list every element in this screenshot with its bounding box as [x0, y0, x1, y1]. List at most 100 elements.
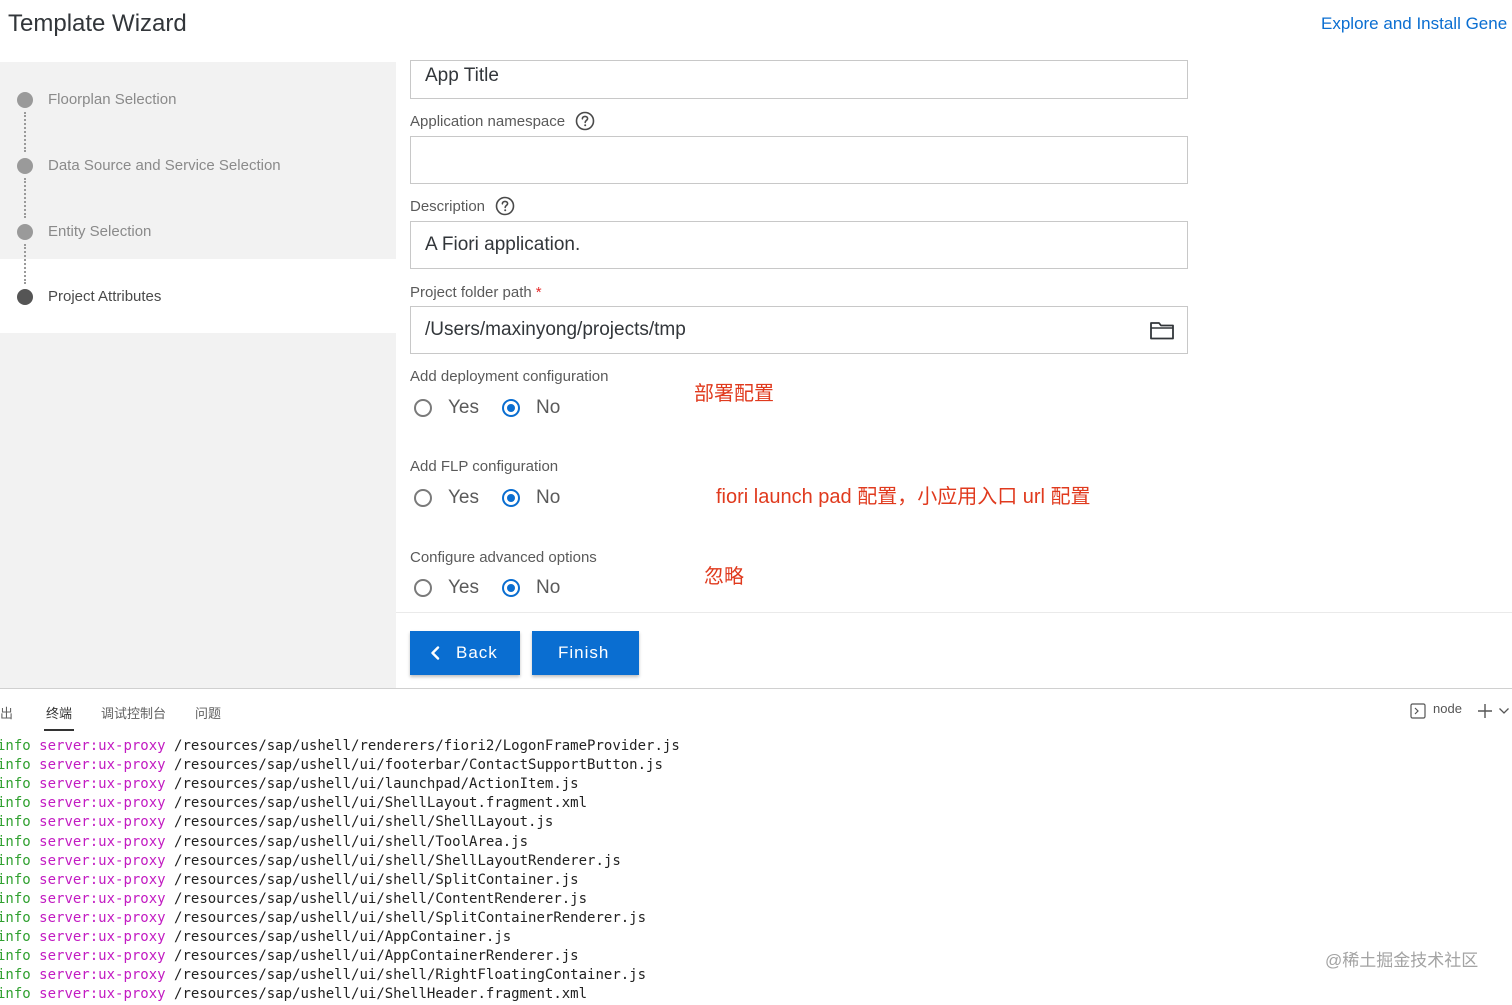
finish-button-label: Finish — [558, 643, 610, 662]
deployment-label: Add deployment configuration — [410, 368, 609, 385]
log-level: info — [0, 833, 31, 850]
required-mark: * — [535, 284, 542, 301]
annotation-flp: fiori launch pad 配置，小应用入口 url 配置 — [716, 486, 1091, 508]
app-title-value: App Title — [425, 65, 499, 86]
terminal-line: info server:ux-proxy /resources/sap/ushe… — [0, 910, 646, 929]
back-button-label: Back — [456, 643, 498, 662]
terminal-line: info server:ux-proxy /resources/sap/ushe… — [0, 967, 646, 986]
log-path: /resources/sap/ushell/ui/shell/RightFloa… — [174, 967, 647, 984]
step-label: Entity Selection — [48, 223, 152, 240]
log-source: server:ux-proxy — [39, 967, 166, 984]
terminal-line: info server:ux-proxy /resources/sap/ushe… — [0, 834, 528, 853]
radio-circle-selected — [502, 399, 520, 417]
log-source: server:ux-proxy — [39, 890, 166, 907]
log-level: info — [0, 795, 31, 812]
radio-label: No — [536, 577, 561, 598]
step-label: Floorplan Selection — [48, 91, 177, 108]
tab-debug-console[interactable]: 调试控制台 — [101, 703, 166, 722]
log-level: info — [0, 738, 31, 754]
wizard-steps-sidebar: Floorplan Selection Data Source and Serv… — [0, 62, 396, 688]
log-source: server:ux-proxy — [39, 871, 166, 888]
annotation-deployment: 部署配置 — [694, 383, 774, 405]
log-level: info — [0, 776, 31, 793]
log-source: server:ux-proxy — [39, 738, 166, 754]
terminal-line: info server:ux-proxy /resources/sap/ushe… — [0, 738, 680, 757]
terminal-line: info server:ux-proxy /resources/sap/ushe… — [0, 853, 621, 872]
namespace-input[interactable] — [410, 136, 1188, 184]
chevron-left-icon — [431, 646, 440, 660]
folder-path-value: /Users/maxinyong/projects/tmp — [425, 319, 686, 340]
log-source: server:ux-proxy — [39, 776, 166, 793]
terminal-shell-selector[interactable]: node — [1433, 701, 1462, 716]
tab-output[interactable]: 输出 — [0, 703, 13, 722]
log-source: server:ux-proxy — [39, 852, 166, 869]
log-level: info — [0, 929, 31, 945]
advanced-label: Configure advanced options — [410, 549, 597, 566]
terminal-line: info server:ux-proxy /resources/sap/ushe… — [0, 872, 579, 891]
log-path: /resources/sap/ushell/ui/launchpad/Actio… — [174, 776, 579, 793]
log-level: info — [0, 909, 31, 926]
namespace-label: Application namespace — [410, 111, 595, 131]
finish-button[interactable]: Finish — [532, 631, 639, 675]
step-connector — [24, 112, 26, 152]
log-path: /resources/sap/ushell/ui/footerbar/Conta… — [174, 757, 663, 774]
terminal-line: info server:ux-proxy /resources/sap/ushe… — [0, 986, 587, 1005]
log-source: server:ux-proxy — [39, 948, 166, 965]
description-label-text: Description — [410, 198, 486, 215]
terminal-line: info server:ux-proxy /resources/sap/ushe… — [0, 776, 579, 795]
log-path: /resources/sap/ushell/ui/shell/ShellLayo… — [174, 814, 554, 831]
active-tab-indicator — [44, 729, 74, 731]
annotation-advanced: 忽略 — [704, 566, 744, 588]
project-attributes-form: App Title Application namespace Descript… — [396, 60, 1512, 689]
radio-label: Yes — [448, 487, 479, 508]
tab-terminal[interactable]: 终端 — [46, 703, 72, 722]
tab-problems[interactable]: 问题 — [195, 703, 221, 722]
help-icon[interactable] — [495, 196, 515, 216]
log-path: /resources/sap/ushell/renderers/fiori2/L… — [174, 738, 680, 754]
app-title-input[interactable]: App Title — [410, 60, 1188, 99]
terminal-line: info server:ux-proxy /resources/sap/ushe… — [0, 929, 511, 948]
help-icon[interactable] — [575, 111, 595, 131]
log-path: /resources/sap/ushell/ui/AppContainerRen… — [174, 948, 579, 965]
log-source: server:ux-proxy — [39, 814, 166, 831]
radio-circle-selected — [502, 489, 520, 507]
terminal-shell-icon — [1410, 703, 1426, 719]
radio-label: No — [536, 487, 561, 508]
radio-circle — [414, 489, 432, 507]
step-label: Data Source and Service Selection — [48, 157, 281, 174]
log-source: server:ux-proxy — [39, 909, 166, 926]
log-path: /resources/sap/ushell/ui/shell/SplitCont… — [174, 909, 647, 926]
step-dot-icon — [17, 92, 33, 108]
description-label: Description — [410, 196, 515, 216]
terminal-line: info server:ux-proxy /resources/sap/ushe… — [0, 948, 579, 967]
radio-label: No — [536, 397, 561, 418]
step-connector — [24, 178, 26, 218]
radio-label: Yes — [448, 397, 479, 418]
chevron-down-icon[interactable] — [1498, 706, 1510, 716]
radio-circle-selected — [502, 579, 520, 597]
wizard-footer: Back Finish — [396, 612, 1512, 689]
plus-icon[interactable] — [1476, 702, 1494, 720]
folder-icon[interactable] — [1149, 319, 1175, 341]
terminal-panel: 输出 终端 调试控制台 问题 node info server:ux-proxy… — [0, 688, 1512, 1002]
header: Template Wizard Explore and Install Gene — [0, 0, 1512, 63]
log-path: /resources/sap/ushell/ui/ShellLayout.fra… — [174, 795, 588, 812]
step-dot-icon — [17, 158, 33, 174]
watermark: @稀土掘金技术社区 — [1325, 951, 1479, 970]
log-level: info — [0, 948, 31, 965]
step-connector — [24, 244, 26, 284]
log-path: /resources/sap/ushell/ui/shell/SplitCont… — [174, 871, 579, 888]
namespace-label-text: Application namespace — [410, 113, 566, 130]
folder-path-input[interactable]: /Users/maxinyong/projects/tmp — [410, 306, 1188, 354]
explore-install-link[interactable]: Explore and Install Gene — [1321, 14, 1507, 34]
description-input[interactable]: A Fiori application. — [410, 221, 1188, 269]
step-dot-icon — [17, 224, 33, 240]
log-source: server:ux-proxy — [39, 795, 166, 812]
folder-path-label: Project folder path * — [410, 284, 542, 301]
log-level: info — [0, 757, 31, 774]
flp-label: Add FLP configuration — [410, 458, 559, 475]
radio-circle — [414, 579, 432, 597]
log-source: server:ux-proxy — [39, 929, 166, 945]
back-button[interactable]: Back — [410, 631, 520, 675]
log-level: info — [0, 871, 31, 888]
